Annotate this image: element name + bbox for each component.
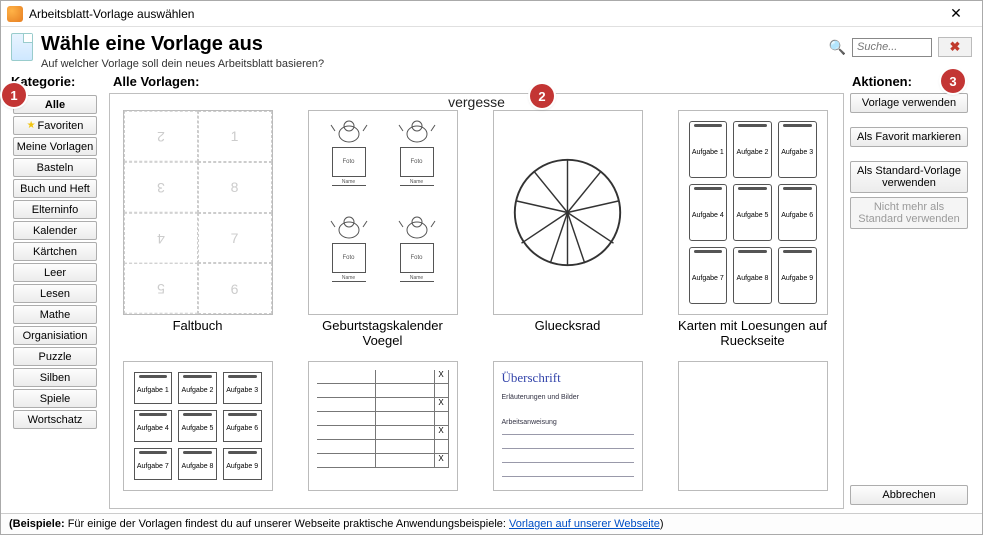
category-wortschatz[interactable]: Wortschatz bbox=[13, 410, 97, 429]
category-puzzle[interactable]: Puzzle bbox=[13, 347, 97, 366]
card-cell: Aufgabe 4 bbox=[689, 184, 728, 241]
dialog-header: Wähle eine Vorlage aus Auf welcher Vorla… bbox=[1, 27, 982, 72]
ueberschrift-sub: Erläuterungen und Bilder bbox=[502, 394, 634, 401]
footer-link[interactable]: Vorlagen auf unserer Webseite bbox=[509, 518, 660, 530]
card-cell: Aufgabe 1 bbox=[689, 121, 728, 178]
foto-label: Foto bbox=[332, 243, 366, 273]
actions-heading: Aktionen: bbox=[852, 74, 912, 89]
search-input[interactable] bbox=[852, 38, 932, 57]
window-close-button[interactable]: ✕ bbox=[936, 5, 976, 22]
category-label: Favoriten bbox=[38, 120, 84, 132]
card-cell: Aufgabe 7 bbox=[134, 448, 173, 480]
category-elterninfo[interactable]: Elterninfo bbox=[13, 200, 97, 219]
ueberschrift-title: Überschrift bbox=[502, 370, 634, 386]
footer-text: Für einige der Vorlagen findest du auf u… bbox=[65, 518, 509, 530]
foto-label: Foto bbox=[400, 147, 434, 177]
window-titlebar: Arbeitsblatt-Vorlage auswählen ✕ bbox=[1, 1, 982, 27]
category-buch-heft[interactable]: Buch und Heft bbox=[13, 179, 97, 198]
card-cell: Aufgabe 2 bbox=[733, 121, 772, 178]
template-faltbuch[interactable]: 21 38 47 56 Faltbuch bbox=[120, 110, 275, 349]
template-gluecksrad[interactable]: Gluecksrad bbox=[490, 110, 645, 349]
name-label: Name bbox=[400, 179, 434, 186]
foto-label: Foto bbox=[400, 243, 434, 273]
template-karten-grid-2[interactable]: Aufgabe 1 Aufgabe 2 Aufgabe 3 Aufgabe 4 … bbox=[120, 361, 275, 491]
category-kalender[interactable]: Kalender bbox=[13, 221, 97, 240]
categories-heading: Kategorie: bbox=[11, 74, 109, 89]
card-cell: Aufgabe 8 bbox=[178, 448, 217, 480]
template-label: Karten mit Loesungen auf Rueckseite bbox=[675, 319, 830, 349]
template-geburtstagskalender-voegel[interactable]: Foto Name Foto Name Foto Name Foto Name Gebu… bbox=[305, 110, 460, 349]
template-table[interactable]: X X X X bbox=[305, 361, 460, 491]
card-cell: Aufgabe 7 bbox=[689, 247, 728, 304]
category-leer[interactable]: Leer bbox=[13, 263, 97, 282]
card-cell: Aufgabe 6 bbox=[778, 184, 817, 241]
cutoff-label: vergesse bbox=[110, 94, 843, 110]
window-title: Arbeitsblatt-Vorlage auswählen bbox=[29, 7, 194, 21]
category-lesen[interactable]: Lesen bbox=[13, 284, 97, 303]
category-favoriten[interactable]: ★Favoriten bbox=[13, 116, 97, 135]
app-icon bbox=[7, 6, 23, 22]
mark-favorite-button[interactable]: Als Favorit markieren bbox=[850, 127, 968, 147]
footer-label: (Beispiele: bbox=[9, 518, 65, 530]
card-cell: Aufgabe 3 bbox=[223, 372, 262, 404]
annotation-badge-3: 3 bbox=[941, 69, 965, 93]
ueberschrift-task: Arbeitsanweisung bbox=[502, 419, 634, 426]
set-default-button[interactable]: Als Standard-Vorlage verwenden bbox=[850, 161, 968, 193]
template-blank[interactable] bbox=[675, 361, 830, 491]
foto-label: Foto bbox=[332, 147, 366, 177]
category-list: Alle ★Favoriten Meine Vorlagen Basteln B… bbox=[9, 95, 109, 429]
clear-search-button[interactable]: ✖ bbox=[938, 37, 972, 57]
name-label: Name bbox=[332, 275, 366, 282]
star-icon: ★ bbox=[27, 120, 36, 131]
template-label: Gluecksrad bbox=[535, 319, 601, 334]
search-icon: 🔍 bbox=[829, 39, 846, 56]
card-cell: Aufgabe 3 bbox=[778, 121, 817, 178]
templates-heading: Alle Vorlagen: bbox=[113, 74, 844, 89]
unset-default-button: Nicht mehr als Standard verwenden bbox=[850, 197, 968, 229]
name-label: Name bbox=[400, 275, 434, 282]
use-template-button[interactable]: Vorlage verwenden bbox=[850, 93, 968, 113]
category-spiele[interactable]: Spiele bbox=[13, 389, 97, 408]
category-mathe[interactable]: Mathe bbox=[13, 305, 97, 324]
category-kaertchen[interactable]: Kärtchen bbox=[13, 242, 97, 261]
card-cell: Aufgabe 9 bbox=[223, 448, 262, 480]
annotation-badge-2: 2 bbox=[530, 84, 554, 108]
card-cell: Aufgabe 5 bbox=[733, 184, 772, 241]
template-ueberschrift[interactable]: Überschrift Erläuterungen und Bilder Arb… bbox=[490, 361, 645, 491]
document-icon bbox=[11, 33, 33, 61]
category-silben[interactable]: Silben bbox=[13, 368, 97, 387]
card-cell: Aufgabe 8 bbox=[733, 247, 772, 304]
category-meine-vorlagen[interactable]: Meine Vorlagen bbox=[13, 137, 97, 156]
card-cell: Aufgabe 5 bbox=[178, 410, 217, 442]
page-subtitle: Auf welcher Vorlage soll dein neues Arbe… bbox=[41, 58, 829, 70]
annotation-badge-1: 1 bbox=[2, 83, 26, 107]
cancel-button[interactable]: Abbrechen bbox=[850, 485, 968, 505]
card-cell: Aufgabe 6 bbox=[223, 410, 262, 442]
category-organisation[interactable]: Organisiation bbox=[13, 326, 97, 345]
card-cell: Aufgabe 2 bbox=[178, 372, 217, 404]
card-cell: Aufgabe 1 bbox=[134, 372, 173, 404]
card-cell: Aufgabe 4 bbox=[134, 410, 173, 442]
footer-close: ) bbox=[660, 518, 664, 530]
category-basteln[interactable]: Basteln bbox=[13, 158, 97, 177]
template-karten-loesungen[interactable]: Aufgabe 1 Aufgabe 2 Aufgabe 3 Aufgabe 4 … bbox=[675, 110, 830, 349]
card-cell: Aufgabe 9 bbox=[778, 247, 817, 304]
page-title: Wähle eine Vorlage aus bbox=[41, 33, 829, 56]
template-label: Geburtstagskalender Voegel bbox=[305, 319, 460, 349]
template-label: Faltbuch bbox=[173, 319, 223, 334]
footer-note: (Beispiele: Für einige der Vorlagen find… bbox=[1, 513, 982, 534]
name-label: Name bbox=[332, 179, 366, 186]
templates-scroll-area[interactable]: vergesse 21 38 47 56 Faltbuch bbox=[109, 93, 844, 509]
